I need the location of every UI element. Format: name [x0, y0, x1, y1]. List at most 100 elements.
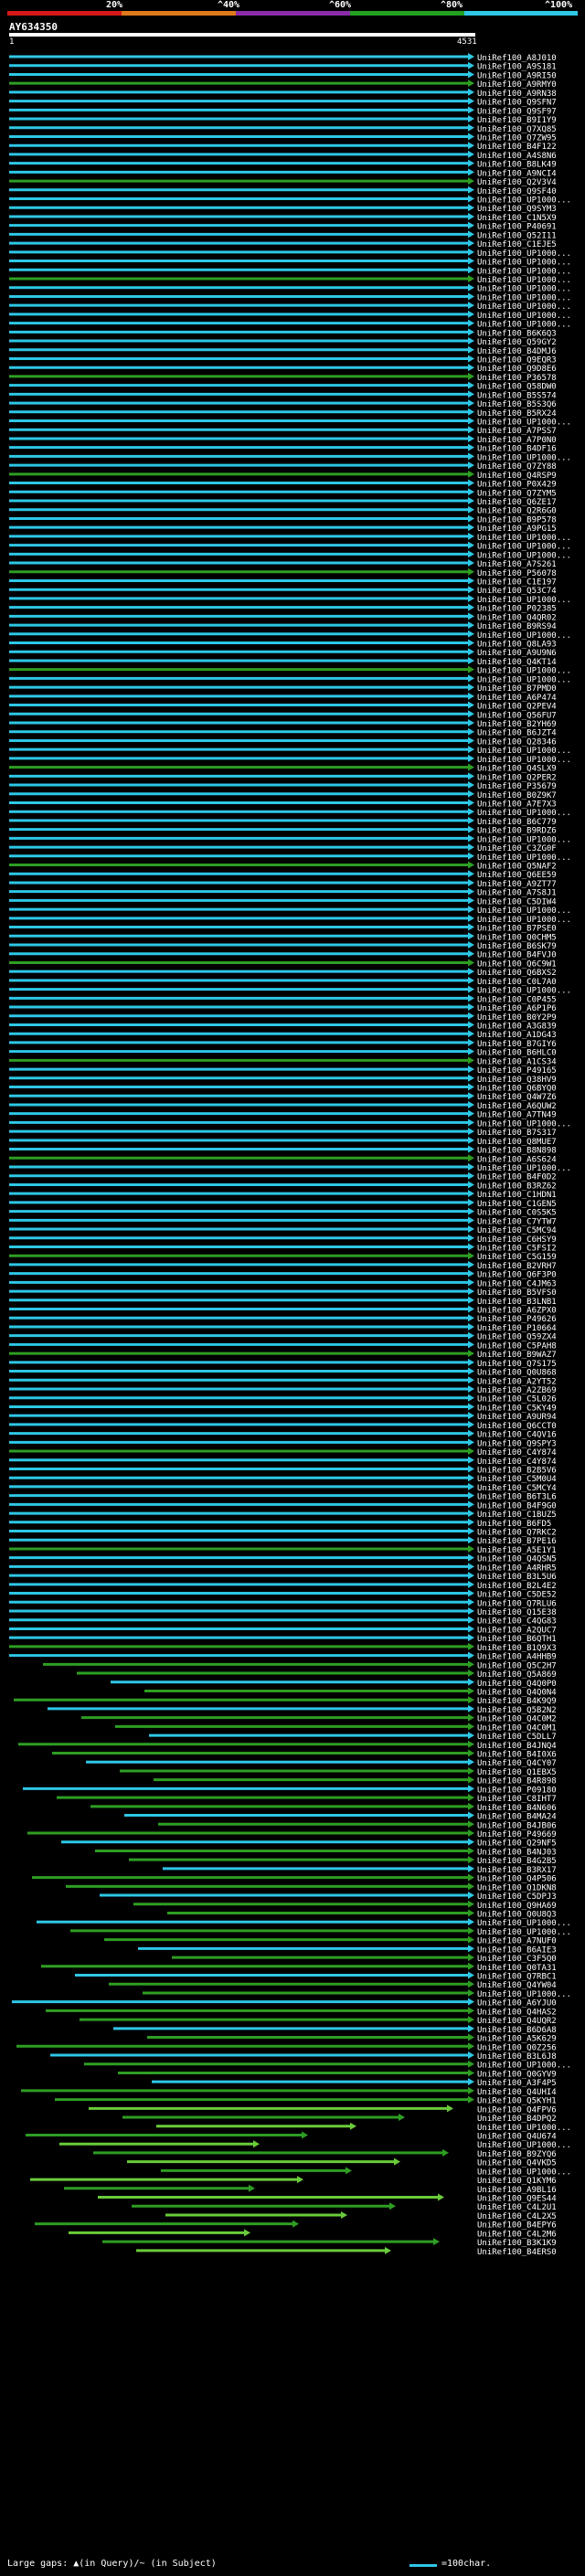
hit-label[interactable]: UniRef100_UP1000...	[477, 1928, 571, 1937]
hit-label[interactable]: UniRef100_UP1000...	[477, 293, 571, 302]
hit-label[interactable]: UniRef100_Q7ZY88	[477, 462, 557, 472]
hit-label[interactable]: UniRef100_A7S261	[477, 560, 557, 569]
hit-label[interactable]: UniRef100_Q0U8Q3	[477, 1910, 557, 1919]
hit-label[interactable]: UniRef100_B9I1Y9	[477, 116, 557, 125]
hit-label[interactable]: UniRef100_UP1000...	[477, 675, 571, 684]
hit-label[interactable]: UniRef100_B5S574	[477, 391, 557, 400]
hit-label[interactable]: UniRef100_UP1000...	[477, 1164, 571, 1173]
hit-label[interactable]: UniRef100_Q9HA69	[477, 1902, 557, 1911]
hit-label[interactable]: UniRef100_Q0Z256	[477, 2043, 557, 2052]
hit-label[interactable]: UniRef100_UP1000...	[477, 747, 571, 756]
hit-label[interactable]: UniRef100_Q6BXS2	[477, 969, 557, 978]
hit-label[interactable]: UniRef100_B4K9Q9	[477, 1697, 557, 1706]
hit-label[interactable]: UniRef100_Q4QR02	[477, 613, 557, 622]
hit-label[interactable]: UniRef100_B8LK49	[477, 161, 557, 170]
hit-label[interactable]: UniRef100_UP1000...	[477, 551, 571, 560]
hit-label[interactable]: UniRef100_P56078	[477, 569, 557, 578]
hit-label[interactable]: UniRef100_Q6CCT0	[477, 1422, 557, 1431]
hit-label[interactable]: UniRef100_Q7ZYM5	[477, 489, 557, 498]
hit-label[interactable]: UniRef100_Q7RKC2	[477, 1529, 557, 1538]
hit-label[interactable]: UniRef100_Q7ZW95	[477, 133, 557, 143]
hit-label[interactable]: UniRef100_C1N5X9	[477, 214, 557, 223]
hit-label[interactable]: UniRef100_Q52I11	[477, 231, 557, 240]
hit-label[interactable]: UniRef100_Q4HAS2	[477, 2008, 557, 2017]
hit-label[interactable]: UniRef100_A4S8N6	[477, 152, 557, 161]
hit-label[interactable]: UniRef100_UP1000...	[477, 259, 571, 268]
hit-label[interactable]: UniRef100_Q4W7Z6	[477, 1093, 557, 1102]
hit-label[interactable]: UniRef100_P02385	[477, 605, 557, 614]
hit-label[interactable]: UniRef100_B9ZYQ6	[477, 2150, 557, 2159]
hit-label[interactable]: UniRef100_B6HLC0	[477, 1049, 557, 1058]
hit-label[interactable]: UniRef100_C5KY49	[477, 1404, 557, 1413]
hit-label[interactable]: UniRef100_UP1000...	[477, 2168, 571, 2177]
hit-label[interactable]: UniRef100_P10664	[477, 1324, 557, 1333]
hit-label[interactable]: UniRef100_Q5KYH1	[477, 2097, 557, 2106]
hit-label[interactable]: UniRef100_A9NCI4	[477, 169, 557, 178]
hit-label[interactable]: UniRef100_C5M0U4	[477, 1475, 557, 1484]
hit-label[interactable]: UniRef100_Q7XQ85	[477, 125, 557, 134]
hit-label[interactable]: UniRef100_Q4Q0N4	[477, 1688, 557, 1697]
hit-label[interactable]: UniRef100_Q59ZX4	[477, 1333, 557, 1342]
hit-label[interactable]: UniRef100_Q9ES44	[477, 2195, 557, 2204]
hit-label[interactable]: UniRef100_C3ZG0F	[477, 844, 557, 853]
hit-label[interactable]: UniRef100_A9RI50	[477, 71, 557, 80]
hit-label[interactable]: UniRef100_B3L6J8	[477, 2052, 557, 2062]
hit-label[interactable]: UniRef100_A6S624	[477, 1155, 557, 1164]
hit-label[interactable]: UniRef100_Q9SFN7	[477, 99, 557, 108]
hit-label[interactable]: UniRef100_B7PSE0	[477, 925, 557, 934]
hit-label[interactable]: UniRef100_B6AIE3	[477, 1945, 557, 1955]
hit-label[interactable]: UniRef100_A1DG43	[477, 1031, 557, 1040]
hit-label[interactable]: UniRef100_Q29NF5	[477, 1839, 557, 1849]
hit-label[interactable]: UniRef100_UP1000...	[477, 453, 571, 462]
hit-label[interactable]: UniRef100_UP1000...	[477, 302, 571, 312]
hit-label[interactable]: UniRef100_A2YT52	[477, 1377, 557, 1386]
hit-label[interactable]: UniRef100_B5S3Q6	[477, 400, 557, 409]
hit-label[interactable]: UniRef100_A6YJU0	[477, 1999, 557, 2009]
hit-label[interactable]: UniRef100_A3G839	[477, 1022, 557, 1031]
hit-label[interactable]: UniRef100_B9RS94	[477, 622, 557, 631]
hit-label[interactable]: UniRef100_B6T3L6	[477, 1493, 557, 1502]
hit-label[interactable]: UniRef100_C4Y874	[477, 1458, 557, 1467]
hit-label[interactable]: UniRef100_A8J010	[477, 54, 557, 63]
hit-label[interactable]: UniRef100_Q1DKN8	[477, 1883, 557, 1892]
hit-label[interactable]: UniRef100_P40691	[477, 223, 557, 232]
hit-label[interactable]: UniRef100_C0S5K5	[477, 1209, 557, 1218]
hit-label[interactable]: UniRef100_Q0U868	[477, 1369, 557, 1378]
hit-label[interactable]: UniRef100_UP1000...	[477, 667, 571, 676]
hit-label[interactable]: UniRef100_A9UR94	[477, 1413, 557, 1422]
hit-label[interactable]: UniRef100_UP1000...	[477, 835, 571, 844]
hit-label[interactable]: UniRef100_A6P1P6	[477, 1004, 557, 1013]
hit-label[interactable]: UniRef100_Q4SLX9	[477, 765, 557, 774]
hit-label[interactable]: UniRef100_B7GIY6	[477, 1040, 557, 1049]
hit-label[interactable]: UniRef100_B3RX17	[477, 1866, 557, 1875]
hit-label[interactable]: UniRef100_Q8LA93	[477, 641, 557, 650]
hit-label[interactable]: UniRef100_C5FSI2	[477, 1244, 557, 1253]
hit-label[interactable]: UniRef100_Q9SF40	[477, 187, 557, 196]
hit-label[interactable]: UniRef100_C1E197	[477, 578, 557, 587]
hit-label[interactable]: UniRef100_A5E1Y1	[477, 1546, 557, 1555]
hit-label[interactable]: UniRef100_UP1000...	[477, 2062, 571, 2071]
hit-label[interactable]: UniRef100_B4F0D2	[477, 1173, 557, 1182]
hit-label[interactable]: UniRef100_B6JZT4	[477, 729, 557, 738]
hit-label[interactable]: UniRef100_UP1000...	[477, 419, 571, 428]
hit-label[interactable]: UniRef100_UP1000...	[477, 312, 571, 321]
hit-label[interactable]: UniRef100_C1GEN5	[477, 1200, 557, 1209]
hit-label[interactable]: UniRef100_B6K6Q3	[477, 329, 557, 338]
hit-label[interactable]: UniRef100_A9U9N6	[477, 649, 557, 658]
hit-label[interactable]: UniRef100_A7PSS7	[477, 427, 557, 436]
hit-label[interactable]: UniRef100_B1Q9X3	[477, 1644, 557, 1653]
hit-label[interactable]: UniRef100_B7S317	[477, 1129, 557, 1138]
hit-label[interactable]: UniRef100_A5K629	[477, 2035, 557, 2044]
hit-label[interactable]: UniRef100_B2L4E2	[477, 1582, 557, 1591]
hit-label[interactable]: UniRef100_Q28346	[477, 737, 557, 747]
hit-label[interactable]: UniRef100_B9WAZ7	[477, 1351, 557, 1360]
hit-label[interactable]: UniRef100_B3K1K9	[477, 2239, 557, 2248]
hit-label[interactable]: UniRef100_B4ERS0	[477, 2248, 557, 2257]
hit-label[interactable]: UniRef100_B3L5U6	[477, 1573, 557, 1582]
hit-label[interactable]: UniRef100_C8IHT7	[477, 1795, 557, 1804]
hit-label[interactable]: UniRef100_B6QTH1	[477, 1635, 557, 1644]
hit-label[interactable]: UniRef100_Q2PEV4	[477, 703, 557, 712]
hit-label[interactable]: UniRef100_C4QV16	[477, 1431, 557, 1440]
hit-label[interactable]: UniRef100_A6QUW2	[477, 1102, 557, 1111]
hit-label[interactable]: UniRef100_UP1000...	[477, 1119, 571, 1129]
